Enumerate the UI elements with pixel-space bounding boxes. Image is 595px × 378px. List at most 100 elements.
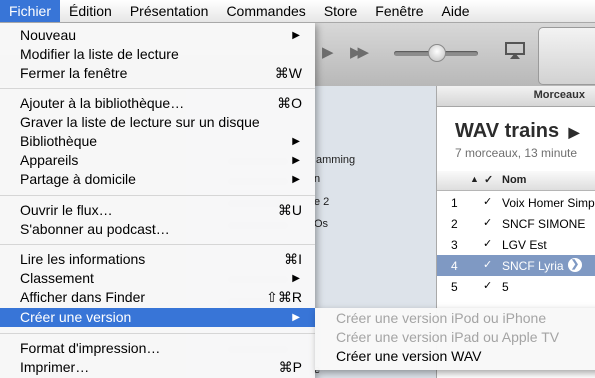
menu-item-label: Afficher dans Finder bbox=[20, 289, 146, 305]
menu-separator bbox=[0, 333, 315, 334]
menu-item-label: S'abonner au podcast… bbox=[20, 221, 170, 237]
menu-edition[interactable]: Édition bbox=[60, 0, 121, 22]
track-number: 2 bbox=[451, 217, 458, 231]
volume-knob[interactable] bbox=[428, 44, 446, 62]
menu-item-shortcut: ⌘W bbox=[274, 65, 302, 81]
submenu-arrow-icon: ▶ bbox=[292, 174, 300, 185]
menu-item-abonner-podcast[interactable]: S'abonner au podcast… bbox=[0, 220, 315, 239]
menu-item-appareils[interactable]: Appareils ▶ bbox=[0, 151, 315, 170]
table-row[interactable]: 3 ✓ LGV Est bbox=[437, 234, 595, 255]
menu-item-imprimer[interactable]: Imprimer… ⌘P bbox=[0, 358, 315, 377]
menu-fenetre[interactable]: Fenêtre bbox=[366, 0, 432, 22]
menu-item-bibliotheque[interactable]: Bibliothèque ▶ bbox=[0, 132, 315, 151]
menu-item-creer-version[interactable]: Créer une version ▶ bbox=[0, 308, 315, 327]
menu-item-label: Format d'impression… bbox=[20, 340, 161, 356]
table-row[interactable]: 5 ✓ 5 bbox=[437, 276, 595, 297]
menu-item-modifier-liste[interactable]: Modifier la liste de lecture bbox=[0, 45, 315, 64]
track-number: 3 bbox=[451, 238, 458, 252]
track-name: LGV Est bbox=[502, 238, 547, 252]
sort-ascending-icon[interactable]: ▲ bbox=[470, 174, 479, 184]
menu-commandes[interactable]: Commandes bbox=[217, 0, 314, 22]
table-row-selected[interactable]: 4 ✓ SNCF Lyria ❯ bbox=[437, 255, 595, 276]
submenu-item-ipod-iphone: Créer une version iPod ou iPhone bbox=[336, 310, 547, 326]
menu-item-label: Appareils bbox=[20, 152, 79, 168]
content-header: Morceaux bbox=[437, 86, 595, 107]
sidebar-fragment: amming bbox=[316, 154, 356, 166]
menu-item-shortcut: ⌘U bbox=[277, 202, 302, 218]
menu-item-nouveau[interactable]: Nouveau ▶ bbox=[0, 26, 315, 45]
menu-presentation[interactable]: Présentation bbox=[121, 0, 218, 22]
songs-header-label[interactable]: Morceaux bbox=[534, 89, 585, 101]
track-checkbox[interactable]: ✓ bbox=[483, 216, 492, 229]
submenu-arrow-icon: ▶ bbox=[292, 30, 300, 41]
table-row[interactable]: 2 ✓ SNCF SIMONE bbox=[437, 213, 595, 234]
menu-item-fermer-fenetre[interactable]: Fermer la fenêtre ⌘W bbox=[0, 64, 315, 83]
menu-item-classement[interactable]: Classement ▶ bbox=[0, 269, 315, 288]
menu-bar: Fichier Édition Présentation Commandes S… bbox=[0, 0, 595, 23]
playlist-summary: 7 morceaux, 13 minute bbox=[455, 146, 578, 160]
status-display bbox=[538, 27, 595, 85]
menu-item-label: Graver la liste de lecture sur un disque bbox=[20, 114, 260, 130]
submenu-arrow-icon: ▶ bbox=[292, 312, 300, 323]
play-playlist-icon[interactable]: ▶ bbox=[569, 124, 580, 140]
track-name: SNCF SIMONE bbox=[502, 217, 586, 231]
submenu-arrow-icon: ▶ bbox=[292, 155, 300, 166]
track-checkbox[interactable]: ✓ bbox=[483, 258, 492, 271]
menu-item-label: Fermer la fenêtre bbox=[20, 65, 128, 81]
track-name: Voix Homer Simp bbox=[502, 196, 595, 210]
menu-item-shortcut: ⌘O bbox=[277, 95, 302, 111]
menu-separator bbox=[0, 88, 315, 89]
menu-item-label: Modifier la liste de lecture bbox=[20, 46, 179, 62]
menu-item-label: Nouveau bbox=[20, 27, 77, 43]
menu-item-label: Bibliothèque bbox=[20, 133, 98, 149]
menu-item-label: Partage à domicile bbox=[20, 171, 136, 187]
menu-separator bbox=[0, 195, 315, 196]
menu-item-lire-informations[interactable]: Lire les informations ⌘I bbox=[0, 250, 315, 269]
track-name: 5 bbox=[502, 280, 509, 294]
menu-item-label: Lire les informations bbox=[20, 251, 146, 267]
menu-item-label: Ouvrir le flux… bbox=[20, 202, 113, 218]
submenu-arrow-icon: ▶ bbox=[292, 273, 300, 284]
menu-item-format-impression[interactable]: Format d'impression… bbox=[0, 339, 315, 358]
submenu-item-wav[interactable]: Créer une version WAV bbox=[336, 347, 482, 366]
airplay-icon[interactable] bbox=[505, 42, 525, 60]
submenu-item-ipad-appletv: Créer une version iPad ou Apple TV bbox=[336, 329, 560, 345]
track-checkbox[interactable]: ✓ bbox=[483, 195, 492, 208]
menu-item-label: Ajouter à la bibliothèque… bbox=[20, 95, 185, 111]
menu-item-shortcut: ⌘I bbox=[284, 251, 302, 267]
menu-separator bbox=[0, 244, 315, 245]
table-row[interactable]: 1 ✓ Voix Homer Simp bbox=[437, 192, 595, 213]
forward-icon[interactable]: ▶▶ bbox=[350, 43, 369, 61]
fichier-menu: Nouveau ▶ Modifier la liste de lecture F… bbox=[0, 22, 315, 378]
sidebar-fragment: Os bbox=[314, 218, 329, 230]
track-number: 5 bbox=[451, 280, 458, 294]
track-checkbox[interactable]: ✓ bbox=[483, 279, 492, 292]
menu-item-graver[interactable]: Graver la liste de lecture sur un disque bbox=[0, 113, 315, 132]
menu-item-label: Classement bbox=[20, 270, 94, 286]
menu-item-partage-domicile[interactable]: Partage à domicile ▶ bbox=[0, 170, 315, 189]
column-check-header[interactable]: ✓ bbox=[484, 173, 493, 186]
sidebar-fragment: e 2 bbox=[314, 196, 330, 208]
menu-item-label: Imprimer… bbox=[20, 359, 90, 375]
playlist-header: WAV trains ▶ 7 morceaux, 13 minute bbox=[437, 107, 595, 171]
track-name: SNCF Lyria bbox=[502, 259, 564, 273]
playlist-title-text: WAV trains bbox=[455, 120, 560, 142]
menu-item-ajouter-bibliotheque[interactable]: Ajouter à la bibliothèque… ⌘O bbox=[0, 94, 315, 113]
track-number: 4 bbox=[451, 259, 458, 273]
creer-version-submenu: Créer une version iPod ou iPhone Créer u… bbox=[315, 308, 595, 370]
menu-item-label: Créer une version bbox=[20, 309, 132, 325]
track-checkbox[interactable]: ✓ bbox=[483, 237, 492, 250]
go-arrow-icon[interactable]: ❯ bbox=[568, 258, 582, 272]
play-icon[interactable]: ▶ bbox=[322, 43, 334, 61]
track-number: 1 bbox=[451, 196, 458, 210]
submenu-arrow-icon: ▶ bbox=[292, 136, 300, 147]
menu-fichier[interactable]: Fichier bbox=[0, 0, 61, 22]
menu-item-ouvrir-flux[interactable]: Ouvrir le flux… ⌘U bbox=[0, 201, 315, 220]
menu-item-shortcut: ⇧⌘R bbox=[266, 289, 302, 305]
menu-aide[interactable]: Aide bbox=[433, 0, 479, 22]
menu-item-afficher-finder[interactable]: Afficher dans Finder ⇧⌘R bbox=[0, 288, 315, 307]
table-header: ▲ ✓ Nom bbox=[437, 171, 595, 191]
menu-item-shortcut: ⌘P bbox=[278, 359, 302, 375]
menu-store[interactable]: Store bbox=[315, 0, 366, 22]
column-name-header[interactable]: Nom bbox=[502, 174, 526, 186]
